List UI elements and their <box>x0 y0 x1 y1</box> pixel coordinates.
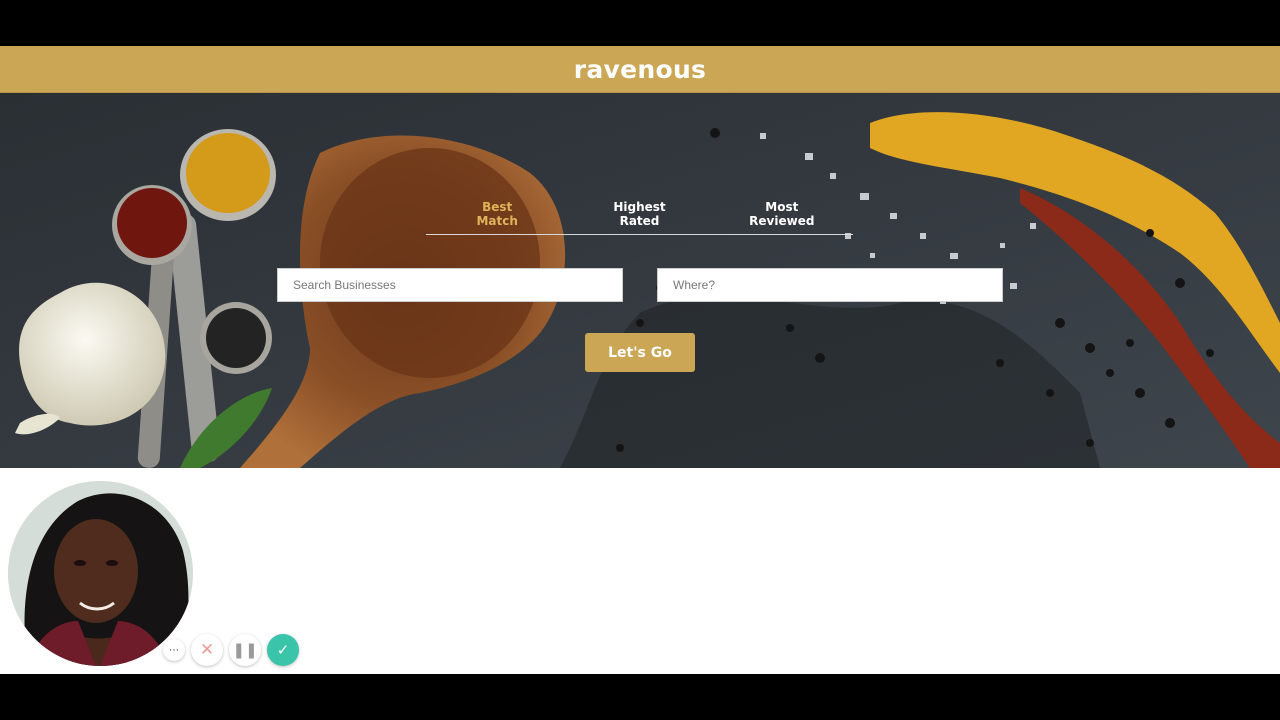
sort-highest-rated-label-line2: Rated <box>619 214 660 228</box>
sort-most-reviewed-label-line1: Most <box>765 200 799 214</box>
hero-background-image <box>0 93 1280 468</box>
sort-best-match-tab[interactable]: Best Match <box>437 200 557 234</box>
app-page: ravenous Best Match Highest Rated Most R… <box>0 46 1280 674</box>
sort-options-tabs: Best Match Highest Rated Most Reviewed <box>426 200 853 235</box>
check-icon[interactable]: ✓ <box>267 634 299 666</box>
app-logo: ravenous <box>573 54 707 84</box>
close-icon[interactable]: ✕ <box>191 634 223 666</box>
more-icon[interactable]: ⋯ <box>163 639 185 661</box>
lets-go-button[interactable]: Let's Go <box>585 333 695 372</box>
sort-most-reviewed-tab[interactable]: Most Reviewed <box>722 200 842 234</box>
recorder-controls: ⋯ ✕ ❚❚ ✓ <box>163 634 299 666</box>
search-hero: Best Match Highest Rated Most Reviewed L… <box>0 93 1280 468</box>
screen: ravenous Best Match Highest Rated Most R… <box>0 0 1280 720</box>
search-businesses-input[interactable] <box>277 268 623 302</box>
app-header: ravenous <box>0 46 1280 93</box>
sort-best-match-label-line2: Match <box>476 214 518 228</box>
pause-icon[interactable]: ❚❚ <box>229 634 261 666</box>
sort-most-reviewed-label-line2: Reviewed <box>749 214 815 228</box>
location-input[interactable] <box>657 268 1003 302</box>
sort-highest-rated-label-line1: Highest <box>613 200 666 214</box>
sort-highest-rated-tab[interactable]: Highest Rated <box>579 200 699 234</box>
sort-best-match-label-line1: Best <box>482 200 513 214</box>
